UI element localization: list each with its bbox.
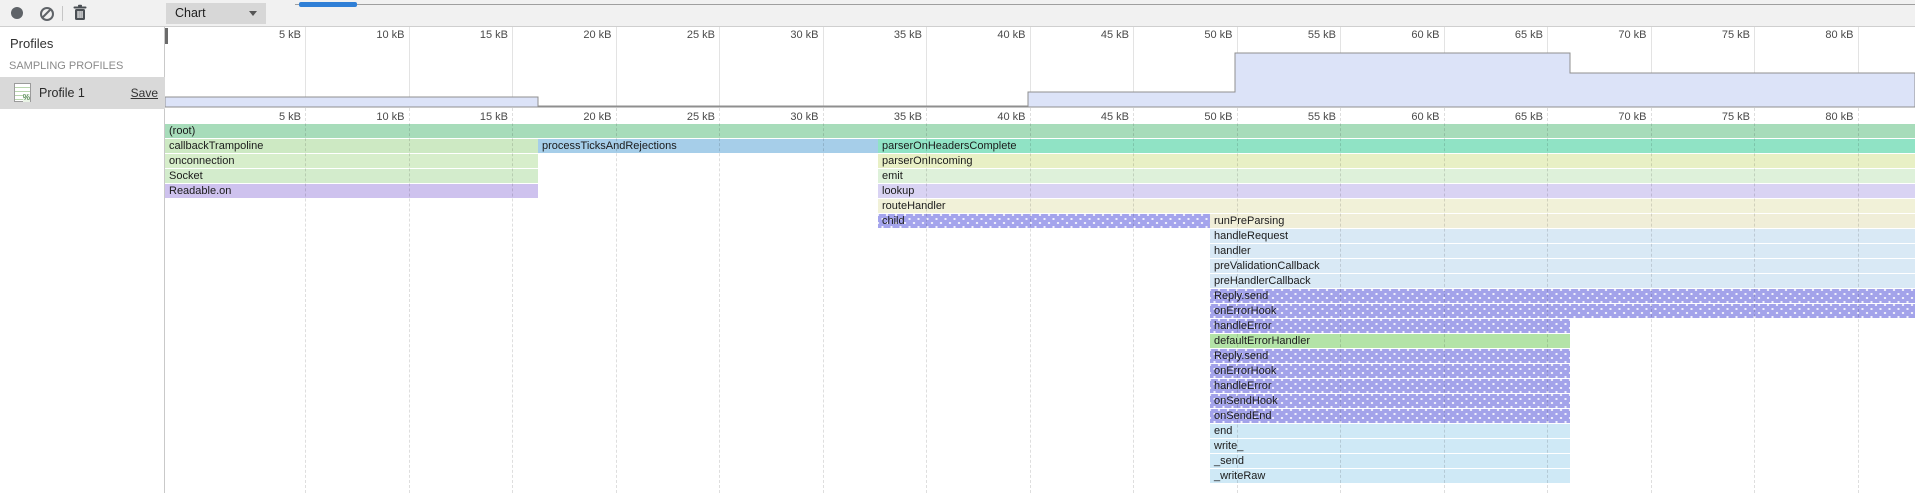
delete-profile-button[interactable] [72,4,92,24]
flame-ruler-label: 10 kB [345,111,405,123]
profile-table-icon: % [14,83,31,102]
flame-bar-onsendhook[interactable]: onSendHook [1210,394,1570,408]
flame-bar-onerrorhook[interactable]: onErrorHook [1210,364,1570,378]
percent-glyph: % [23,94,30,102]
flame-gridline [409,108,410,493]
flame-bar-processticksandrejections[interactable]: processTicksAndRejections [538,139,878,153]
flame-bar--send[interactable]: _send [1210,454,1570,468]
flame-gridline [1754,108,1755,493]
flame-ruler-label: 40 kB [966,111,1026,123]
memory-overview-area[interactable] [165,27,1915,108]
flame-bar-onerrorhook[interactable]: onErrorHook [1210,304,1915,318]
flame-bar-prevalidationcallback[interactable]: preValidationCallback [1210,259,1915,273]
flame-bar-defaulterrorhandler[interactable]: defaultErrorHandler [1210,334,1570,348]
save-profile-link[interactable]: Save [131,86,158,100]
sidebar: Profiles SAMPLING PROFILES % Profile 1 S… [0,27,165,493]
flame-bar-parseronheaderscomplete[interactable]: parserOnHeadersComplete [878,139,1915,153]
flame-bar-socket[interactable]: Socket [165,169,538,183]
flame-ruler-label: 20 kB [552,111,612,123]
sampling-profiles-section-label: SAMPLING PROFILES [9,60,123,72]
profile-name: Profile 1 [39,86,85,100]
flame-bar-callbacktrampoline[interactable]: callbackTrampoline [165,139,538,153]
flame-ruler-label: 60 kB [1380,111,1440,123]
flame-ruler-label: 50 kB [1173,111,1233,123]
flame-gridline [926,108,927,493]
flame-bar-handler[interactable]: handler [1210,244,1915,258]
clear-button[interactable] [36,3,56,23]
profiles-header: Profiles [10,36,53,51]
flame-ruler-label: 75 kB [1690,111,1750,123]
flame-bar-lookup[interactable]: lookup [878,184,1915,198]
profiler-panel: Chart Profiles SAMPLING PROFILES % Profi… [0,0,1915,493]
flame-bar-end[interactable]: end [1210,424,1570,438]
flame-bar-handleerror[interactable]: handleError [1210,319,1570,333]
top-scroll-thumb[interactable] [299,2,357,7]
flame-gridline [1651,108,1652,493]
flame-bar-reply-send[interactable]: Reply.send [1210,349,1570,363]
flame-bar-handlerequest[interactable]: handleRequest [1210,229,1915,243]
flame-bar--writeraw[interactable]: _writeRaw [1210,469,1570,483]
flame-bar--root-[interactable]: (root) [165,124,1915,138]
flame-gridline [1133,108,1134,493]
flame-bar-prehandlercallback[interactable]: preHandlerCallback [1210,274,1915,288]
flame-ruler-label: 45 kB [1069,111,1129,123]
toolbar: Chart [0,0,1915,27]
flame-gridline [1444,108,1445,493]
flame-ruler-label: 65 kB [1483,111,1543,123]
flame-gridline [1237,108,1238,493]
flame-gridline [823,108,824,493]
flame-ruler-label: 70 kB [1587,111,1647,123]
flame-gridline [1030,108,1031,493]
flame-ruler-label: 5 kB [241,111,301,123]
view-mode-selected-value: Chart [175,6,206,20]
flame-ruler-label: 15 kB [448,111,508,123]
view-mode-select[interactable]: Chart [166,3,266,24]
flame-gridline [719,108,720,493]
record-button[interactable] [7,3,27,23]
flame-gridline [1340,108,1341,493]
flame-ruler-label: 35 kB [862,111,922,123]
flame-bar-emit[interactable]: emit [878,169,1915,183]
chart-area: 5 kB5 kB10 kB10 kB15 kB15 kB20 kB20 kB25… [165,27,1915,493]
record-icon [11,7,23,19]
flame-ruler-label: 55 kB [1276,111,1336,123]
flame-bar-routehandler[interactable]: routeHandler [878,199,1915,213]
flame-bar-runpreparsing[interactable]: runPreParsing [1210,214,1915,228]
flame-gridline [512,108,513,493]
flame-ruler-label: 25 kB [655,111,715,123]
flame-gridline [1547,108,1548,493]
trash-icon [72,4,88,22]
sidebar-item-profile-1[interactable]: % Profile 1 Save [0,77,165,109]
flame-bar-onconnection[interactable]: onconnection [165,154,538,168]
flame-ruler-label: 80 kB [1794,111,1854,123]
flame-bar-handleerror[interactable]: handleError [1210,379,1570,393]
toolbar-separator [62,6,63,21]
overview-left-handle[interactable] [165,28,168,44]
flame-gridline [616,108,617,493]
top-scroll-track [295,4,1915,5]
flame-ruler-label: 30 kB [759,111,819,123]
flame-bar-write-[interactable]: write_ [1210,439,1570,453]
flame-bar-parseronincoming[interactable]: parserOnIncoming [878,154,1915,168]
chevron-down-icon [249,11,257,16]
flame-bar-reply-send[interactable]: Reply.send [1210,289,1915,303]
flame-gridline [305,108,306,493]
flame-bar-child[interactable]: child [878,214,1210,228]
flame-gridline [1858,108,1859,493]
flame-bar-onsendend[interactable]: onSendEnd [1210,409,1570,423]
flame-bar-readable-on[interactable]: Readable.on [165,184,538,198]
